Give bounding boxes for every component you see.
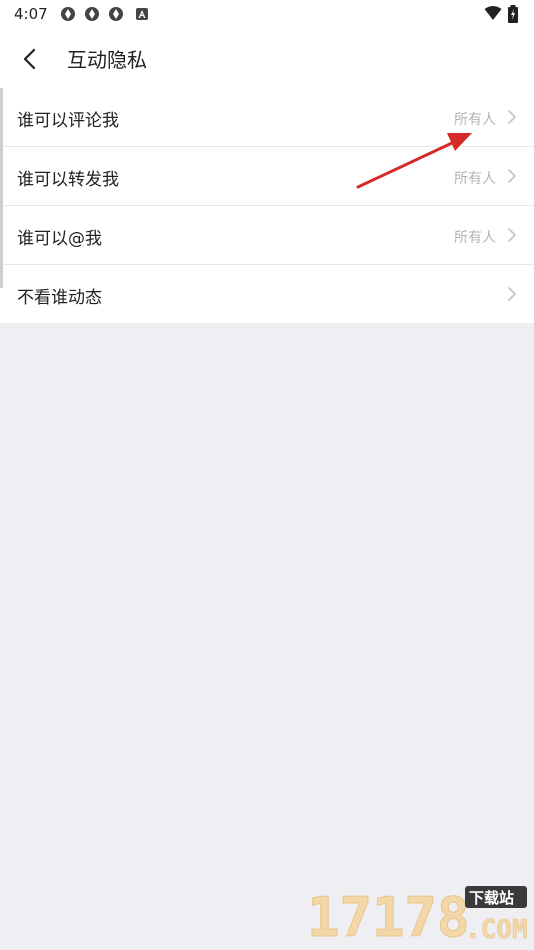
setting-row-comment[interactable]: 谁可以评论我 所有人 [0,88,534,147]
setting-value: 所有人 [454,171,496,187]
page-title: 互动隐私 [67,48,147,72]
app-icon [85,7,99,21]
setting-value: 所有人 [454,230,496,246]
a-icon [136,8,148,20]
setting-label: 谁可以@我 [17,229,102,249]
settings-list: 谁可以评论我 所有人 谁可以转发我 所有人 谁可以@我 所有人 不看谁动态 [0,88,534,323]
chevron-left-icon [23,48,36,70]
battery-icon [508,5,518,23]
wifi-icon [484,6,502,20]
setting-label: 谁可以评论我 [17,111,119,131]
setting-row-hide-feed[interactable]: 不看谁动态 [0,265,534,323]
setting-label: 不看谁动态 [17,288,102,308]
watermark-logo: 17178 下载站 .COM [307,886,528,945]
setting-label: 谁可以转发我 [17,170,119,190]
chevron-right-icon [508,287,516,301]
status-bar: 4:07 [0,0,534,28]
chevron-right-icon [508,228,516,242]
status-time: 4:07 [14,5,48,23]
setting-value: 所有人 [454,112,496,128]
top-app-bar: 互动隐私 [0,28,534,88]
left-edge-strip [0,88,3,288]
chevron-right-icon [508,110,516,124]
watermark-domain: .COM [465,915,528,944]
back-button[interactable] [12,42,46,76]
setting-row-mention[interactable]: 谁可以@我 所有人 [0,206,534,265]
watermark-number: 17178 [307,886,470,944]
watermark-tag: 下载站 [469,889,514,907]
chevron-right-icon [508,169,516,183]
setting-row-repost[interactable]: 谁可以转发我 所有人 [0,147,534,206]
app-icon [109,7,123,21]
app-icon [61,7,75,21]
